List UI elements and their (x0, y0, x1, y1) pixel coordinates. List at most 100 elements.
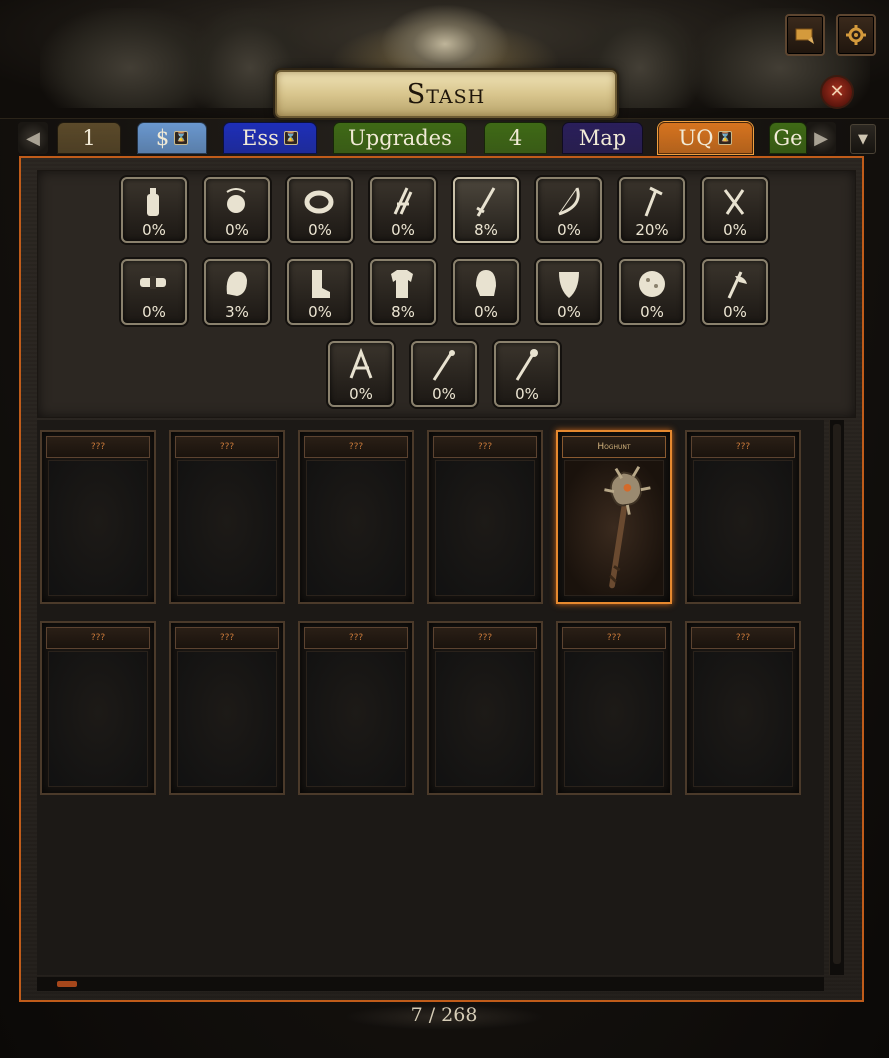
stash-title-plate: Stash (275, 70, 617, 118)
filter-sceptre[interactable]: 0% (494, 341, 560, 407)
filter-two-hand-weapon[interactable]: 0% (328, 341, 394, 407)
filter-flask[interactable]: 0% (121, 177, 187, 243)
card-art (435, 460, 535, 596)
card-art (177, 460, 277, 596)
two-hand-weapon-icon (330, 347, 392, 385)
card-locked[interactable]: ??? (685, 621, 801, 795)
filter-staff[interactable]: 0% (411, 341, 477, 407)
staff-icon (413, 347, 475, 385)
tab-label: Ge (773, 126, 803, 150)
filter-percent: 20% (635, 221, 669, 239)
filter-helmet[interactable]: 0% (453, 259, 519, 325)
tab-ess[interactable]: Ess ⌛ (223, 122, 317, 154)
claw-icon (372, 183, 434, 221)
card-art (306, 651, 406, 787)
page-title: Stash (406, 78, 486, 110)
one-hand-sword-icon (704, 183, 766, 221)
tab-scroll-right-button[interactable]: ▶ (806, 122, 836, 154)
tab-map[interactable]: Map (562, 122, 643, 154)
filter-percent: 0% (515, 385, 539, 403)
card-locked[interactable]: ??? (685, 430, 801, 604)
filter-bow[interactable]: 0% (536, 177, 602, 243)
jewel-icon (621, 265, 683, 303)
card-locked[interactable]: ??? (169, 430, 285, 604)
card-art (564, 460, 664, 596)
tab-label: 1 (82, 126, 96, 150)
card-locked[interactable]: ??? (427, 621, 543, 795)
card-title: ??? (691, 627, 795, 649)
filter-percent: 0% (142, 303, 166, 321)
map-button[interactable] (785, 14, 825, 56)
filter-one-hand-sword[interactable]: 0% (702, 177, 768, 243)
filter-claw[interactable]: 0% (370, 177, 436, 243)
card-title: ??? (433, 436, 537, 458)
filter-body-armour[interactable]: 8% (370, 259, 436, 325)
card-locked[interactable]: ??? (40, 621, 156, 795)
card-locked[interactable]: ??? (427, 430, 543, 604)
filter-percent: 0% (349, 385, 373, 403)
tab-dollar[interactable]: $ ⌛ (137, 122, 207, 154)
wand-icon (621, 183, 683, 221)
tab-label: Ess (242, 126, 279, 150)
card-locked[interactable]: ??? (298, 621, 414, 795)
filter-percent: 0% (640, 303, 664, 321)
card-art (564, 651, 664, 787)
tab-uq[interactable]: UQ ⌛ (658, 122, 753, 154)
card-art (48, 460, 148, 596)
filter-belt[interactable]: 0% (121, 259, 187, 325)
vertical-scrollbar[interactable] (829, 420, 844, 975)
card-title: ??? (562, 627, 666, 649)
filter-shield[interactable]: 0% (536, 259, 602, 325)
card-title: ??? (175, 627, 279, 649)
gear-icon (846, 25, 866, 45)
tab-4[interactable]: 4 (484, 122, 547, 154)
card-art (693, 460, 793, 596)
chevron-left-icon: ◀ (26, 127, 40, 149)
filter-gloves[interactable]: 3% (204, 259, 270, 325)
tab-scroll-left-button[interactable]: ◀ (18, 122, 48, 154)
close-icon: ✕ (829, 81, 845, 102)
card-locked[interactable]: ??? (40, 430, 156, 604)
filter-ring[interactable]: 0% (287, 177, 353, 243)
helmet-icon (455, 265, 517, 303)
tab-upgrades[interactable]: Upgrades (333, 122, 467, 154)
mace-icon (604, 466, 651, 589)
chevron-down-icon: ▼ (858, 131, 868, 147)
card-art (435, 651, 535, 787)
card-locked[interactable]: ??? (556, 621, 672, 795)
tab-label: Map (578, 126, 627, 150)
boots-icon (289, 265, 351, 303)
sceptre-icon (496, 347, 558, 385)
settings-button[interactable] (836, 14, 876, 56)
card-title: ??? (304, 627, 408, 649)
card-hoghunt[interactable]: Hoghunt (556, 430, 672, 604)
ring-icon (289, 183, 351, 221)
close-button[interactable]: ✕ (820, 75, 854, 109)
filter-percent: 0% (391, 221, 415, 239)
filter-percent: 0% (723, 303, 747, 321)
horizontal-scrollbar[interactable] (37, 977, 824, 991)
tab-ge[interactable]: Ge (769, 122, 807, 154)
card-art (306, 460, 406, 596)
filter-boots[interactable]: 0% (287, 259, 353, 325)
filter-percent: 0% (474, 303, 498, 321)
filter-dagger[interactable]: 8% (453, 177, 519, 243)
card-title: ??? (175, 436, 279, 458)
filter-amulet[interactable]: 0% (204, 177, 270, 243)
filter-wand[interactable]: 20% (619, 177, 685, 243)
tab-list-dropdown-button[interactable]: ▼ (850, 124, 876, 154)
card-title: ??? (46, 627, 150, 649)
scroll-map-icon (795, 28, 814, 44)
filter-percent: 0% (432, 385, 456, 403)
axe-icon (704, 265, 766, 303)
card-locked[interactable]: ??? (169, 621, 285, 795)
scrollbar-thumb[interactable] (57, 981, 77, 987)
tab-1[interactable]: 1 (57, 122, 121, 154)
card-locked[interactable]: ??? (298, 430, 414, 604)
card-title: ??? (433, 627, 537, 649)
filter-axe[interactable]: 0% (702, 259, 768, 325)
scrollbar-thumb[interactable] (833, 424, 841, 964)
card-title: ??? (304, 436, 408, 458)
filter-jewel[interactable]: 0% (619, 259, 685, 325)
tab-label: $ (155, 126, 170, 150)
